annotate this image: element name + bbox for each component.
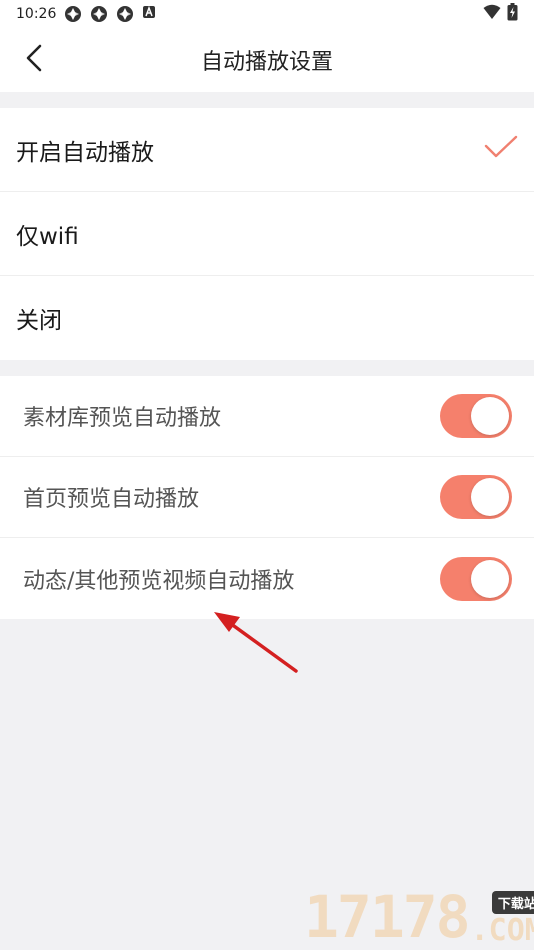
watermark-right: 下载站 .COM	[471, 891, 534, 946]
back-button[interactable]	[14, 40, 54, 80]
feed-other-video-autoplay-switch[interactable]	[440, 556, 512, 601]
option-label: 开启自动播放	[16, 139, 154, 166]
toggle-label: 动态/其他预览视频自动播放	[23, 568, 295, 594]
checkmark-icon	[484, 135, 518, 165]
app-notification-icon	[116, 5, 134, 23]
material-library-autoplay-switch[interactable]	[440, 394, 512, 438]
preview-toggle-group: 素材库预览自动播放 首页预览自动播放 动态/其他预览视频自动播放	[0, 376, 534, 619]
switch-knob	[471, 559, 509, 598]
status-right	[483, 3, 518, 25]
toggle-row-feed-other: 动态/其他预览视频自动播放	[0, 538, 534, 619]
toggle-row-material-library: 素材库预览自动播放	[0, 376, 534, 457]
chevron-left-icon	[24, 43, 44, 77]
option-label: 关闭	[16, 308, 62, 334]
option-label: 仅wifi	[16, 223, 79, 250]
autoplay-mode-group: 开启自动播放 仅wifi 关闭	[0, 108, 534, 360]
toggle-label: 素材库预览自动播放	[23, 406, 222, 431]
toggle-label: 首页预览自动播放	[23, 487, 200, 512]
option-off[interactable]: 关闭	[0, 276, 534, 360]
watermark-badge: 下载站	[491, 891, 534, 914]
app-notification-icon	[64, 5, 82, 23]
status-time: 10:26	[16, 6, 57, 22]
watermark-number: 17178	[304, 883, 471, 950]
battery-charging-icon	[507, 3, 518, 25]
page-title: 自动播放设置	[200, 50, 333, 75]
app-bar: 自动播放设置	[0, 28, 534, 92]
app-notification-icon	[90, 5, 108, 23]
switch-knob	[471, 397, 509, 435]
homepage-autoplay-switch[interactable]	[440, 475, 512, 519]
status-left: 10:26	[16, 5, 160, 23]
a-badge-icon	[142, 5, 160, 23]
switch-knob	[471, 478, 509, 516]
status-bar: 10:26	[0, 0, 534, 28]
option-wifi-only[interactable]: 仅wifi	[0, 192, 534, 276]
wifi-icon	[483, 4, 501, 24]
option-autoplay-on[interactable]: 开启自动播放	[0, 108, 534, 192]
site-watermark: 17178 下载站 .COM	[304, 883, 534, 950]
toggle-row-homepage: 首页预览自动播放	[0, 457, 534, 538]
watermark-domain: .COM	[470, 913, 534, 948]
